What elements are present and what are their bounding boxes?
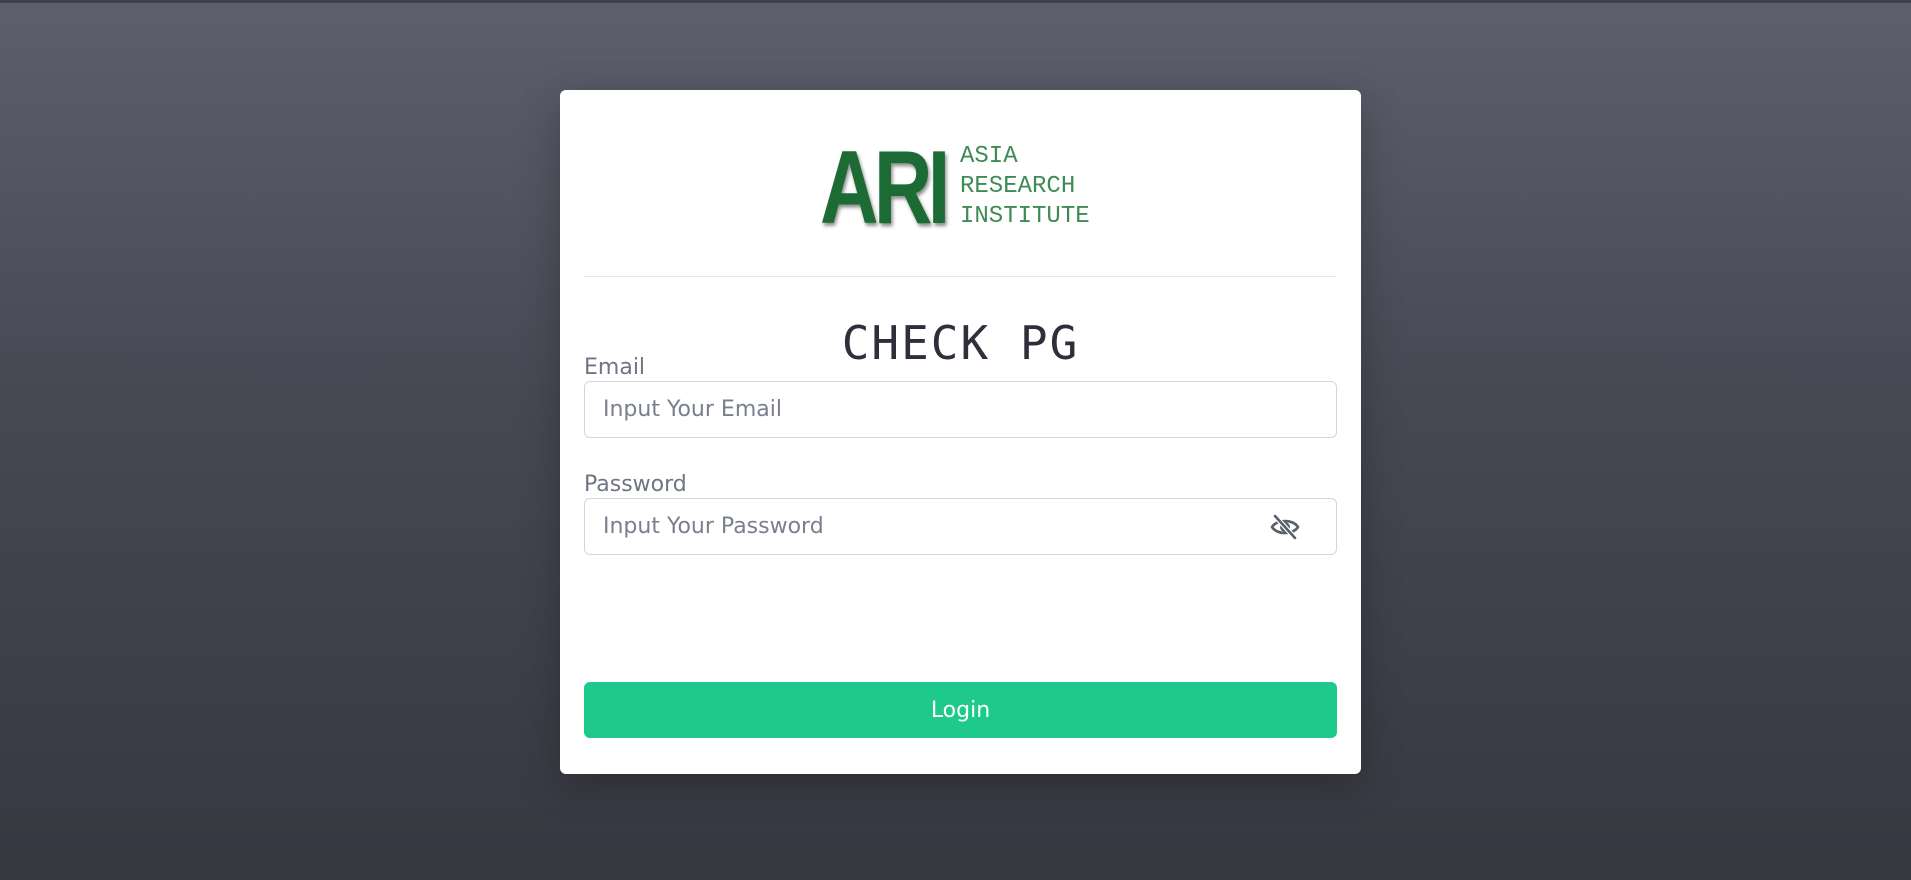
password-label: Password (584, 472, 687, 497)
login-button[interactable]: Login (584, 682, 1337, 738)
logo-line-3: INSTITUTE (960, 203, 1090, 230)
ari-logo: ARI ASIA RESEARCH INSTITUTE (820, 130, 1120, 246)
logo-abbreviation: ARI (820, 130, 950, 246)
page-title: CHECK PG (841, 316, 1080, 370)
login-card: ARI ASIA RESEARCH INSTITUTE CHECK PG Ema… (560, 90, 1361, 774)
logo-area: ARI ASIA RESEARCH INSTITUTE (560, 130, 1361, 246)
divider (584, 276, 1337, 277)
logo-line-1: ASIA (960, 143, 1018, 170)
email-label: Email (584, 355, 646, 380)
logo-full-name: ASIA RESEARCH INSTITUTE (960, 142, 1090, 232)
password-input[interactable] (585, 499, 1336, 554)
eye-slash-icon[interactable] (1270, 513, 1300, 541)
email-input[interactable] (585, 382, 1336, 437)
email-field-wrapper (584, 381, 1337, 438)
logo-line-2: RESEARCH (960, 173, 1076, 200)
password-field-wrapper (584, 498, 1337, 555)
